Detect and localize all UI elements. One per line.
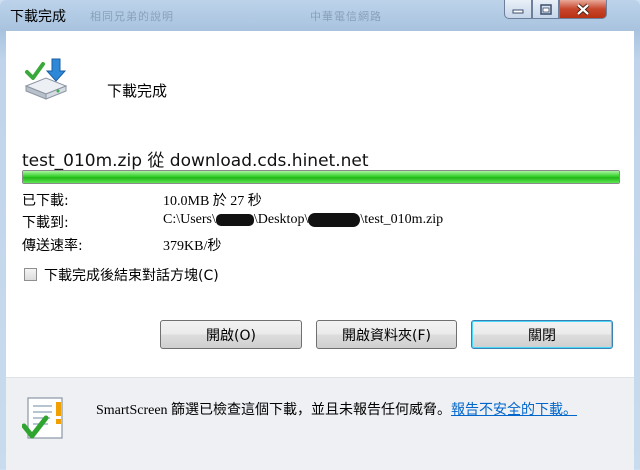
destination-label: 下載到:	[22, 215, 69, 231]
open-button[interactable]: 開啟(O)	[160, 320, 302, 349]
close-button[interactable]: 關閉	[471, 320, 613, 349]
destination-path: C:\Users\ \Desktop\ \test_010m.zip	[163, 212, 443, 228]
redacted-folder	[308, 212, 361, 227]
minimize-icon	[512, 9, 524, 14]
smartscreen-footer	[6, 377, 634, 470]
smartscreen-message: SmartScreen 篩選已檢查這個下載，並且未報告任何威脅。報告不安全的下載…	[96, 401, 606, 420]
window-title: 下載完成	[10, 9, 66, 25]
close-when-done-label[interactable]: 下載完成後結束對話方塊(C)	[44, 265, 219, 285]
header-title: 下載完成	[107, 82, 168, 100]
background-title-ghost: 中華電信網路	[310, 10, 382, 23]
background-title-ghost: 相同兄弟的說明	[90, 10, 174, 23]
maximize-button[interactable]	[532, 0, 559, 19]
open-folder-button[interactable]: 開啟資料夾(F)	[316, 320, 457, 349]
minimize-button[interactable]	[504, 0, 532, 19]
security-check-icon	[22, 397, 63, 439]
downloaded-label: 已下載:	[22, 193, 69, 209]
progress-fill	[23, 171, 619, 183]
download-progress-bar	[22, 170, 620, 184]
download-to-drive-icon	[24, 58, 68, 100]
redacted-username	[215, 213, 254, 226]
report-unsafe-download-link[interactable]: 報告不安全的下載。	[451, 403, 577, 418]
path-prefix: C:\Users\	[163, 212, 216, 227]
smartscreen-text: SmartScreen 篩選已檢查這個下載，並且未報告任何威脅。	[96, 403, 452, 418]
maximize-icon	[539, 3, 552, 15]
download-source: test_010m.zip 從 download.cds.hinet.net	[22, 151, 369, 171]
rate-label: 傳送速率:	[22, 238, 83, 254]
path-suffix: \test_010m.zip	[360, 212, 444, 227]
close-window-button[interactable]	[559, 0, 607, 19]
downloaded-value: 10.0MB 於 27 秒	[163, 194, 262, 209]
close-icon	[576, 3, 590, 15]
path-middle: \Desktop\	[253, 212, 309, 227]
title-bar[interactable]: 下載完成 相同兄弟的說明 中華電信網路	[0, 0, 640, 30]
close-when-done-checkbox[interactable]	[24, 268, 37, 281]
download-complete-window: 下載完成 相同兄弟的說明 中華電信網路 下載完成 test_010m.zip 從…	[0, 0, 640, 470]
rate-value: 379KB/秒	[163, 239, 222, 254]
